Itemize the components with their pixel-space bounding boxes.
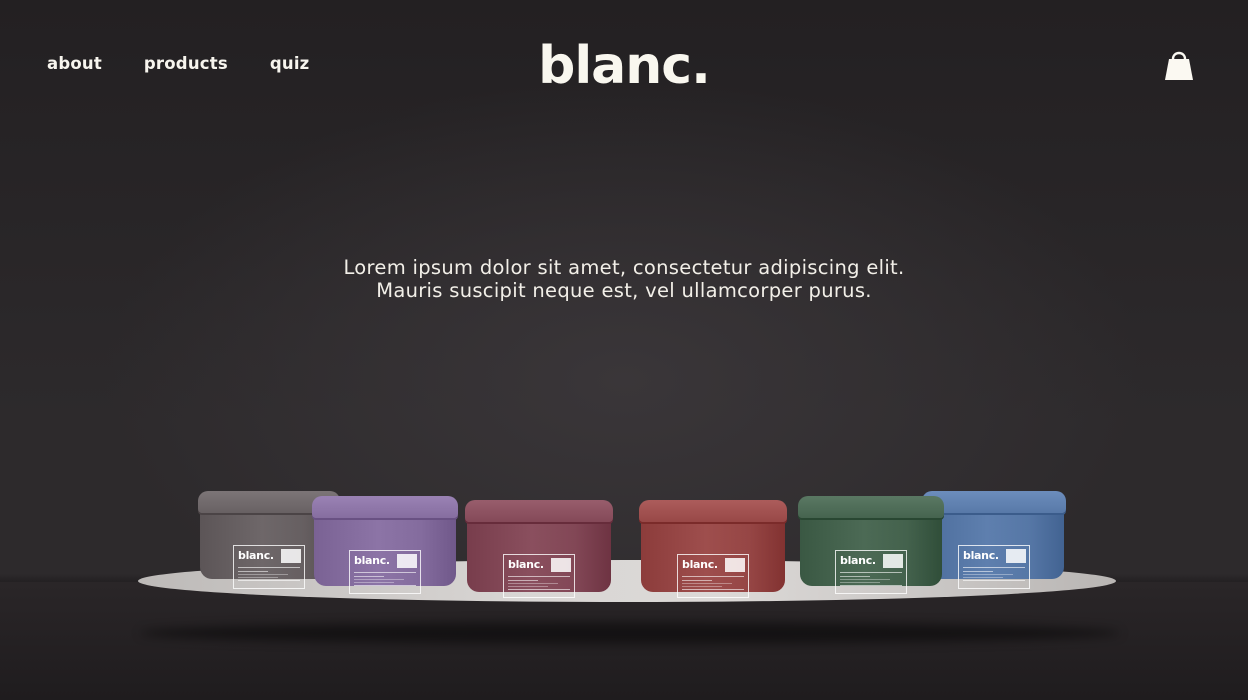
jar-tag [725,558,745,572]
jar-brand: blanc. [963,549,999,562]
jar-label: blanc. [835,550,907,594]
jar-body: blanc. [641,520,785,598]
main-nav: about products quiz [47,54,309,73]
jar-lid [312,496,458,518]
jar-label-footer [963,580,1025,585]
jar-brand: blanc. [508,558,544,571]
jar-label-text [508,576,570,589]
nav-quiz-link[interactable]: quiz [270,54,310,73]
jar-tag [551,558,571,572]
jar-lid [465,500,613,522]
jar-label-text [963,567,1025,580]
jar-label-text [354,572,416,585]
jar-body: blanc. [314,516,456,594]
jar-brand: blanc. [840,554,876,567]
jar-tag [281,549,301,563]
jar-brand: blanc. [682,558,718,571]
tagline-line-1: Lorem ipsum dolor sit amet, consectetur … [343,256,905,279]
jar-label-footer [508,589,570,594]
jar-label: blanc. [349,550,421,594]
brand-logo[interactable]: blanc. [538,36,711,96]
jar-label-footer [238,580,300,585]
jar-lid [639,500,787,522]
nav-products-link[interactable]: products [144,54,228,73]
jar-body: blanc. [924,511,1064,589]
shopping-bag-icon[interactable] [1163,46,1195,82]
jar-body: blanc. [467,520,611,598]
jar-label: blanc. [677,554,749,598]
jar-tag [397,554,417,568]
jar-label: blanc. [503,554,575,598]
jar-label: blanc. [958,545,1030,589]
nav-about-link[interactable]: about [47,54,102,73]
tagline-line-2: Mauris suscipit neque est, vel ullamcorp… [376,279,872,302]
jar-tag [1006,549,1026,563]
jar-label: blanc. [233,545,305,589]
jar-label-footer [682,589,744,594]
product-jar[interactable]: blanc. [798,496,944,594]
hero-tagline: Lorem ipsum dolor sit amet, consectetur … [0,256,1248,302]
product-jar[interactable]: blanc. [639,500,787,598]
jar-label-text [682,576,744,589]
jar-body: blanc. [800,516,942,594]
jar-lid [798,496,944,518]
jar-label-footer [354,585,416,590]
jar-label-text [238,567,300,580]
jar-tag [883,554,903,568]
jar-label-text [840,572,902,585]
jar-brand: blanc. [354,554,390,567]
product-jar[interactable]: blanc. [312,496,458,594]
jar-label-footer [840,585,902,590]
jar-brand: blanc. [238,549,274,562]
product-jar[interactable]: blanc. [465,500,613,598]
